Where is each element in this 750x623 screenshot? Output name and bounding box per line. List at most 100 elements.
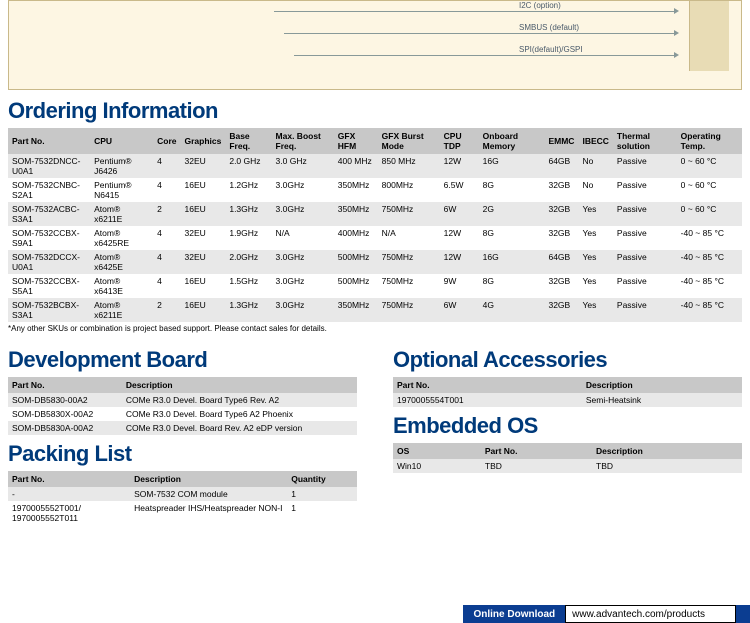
table-cell: Passive [613, 274, 677, 298]
table-cell: 2.0GHz [225, 250, 271, 274]
table-cell: 32EU [180, 154, 225, 178]
table-row: SOM-DB5830X-00A2COMe R3.0 Devel. Board T… [8, 407, 357, 421]
table-cell: 1970005552T001/ 1970005552T011 [8, 501, 130, 525]
table-cell: Heatspreader IHS/Heatspreader NON-I [130, 501, 287, 525]
col-cpu: CPU [90, 128, 153, 154]
table-cell: Atom® x6413E [90, 274, 153, 298]
table-cell: 400 MHz [334, 154, 378, 178]
table-row: SOM-DB5830A-00A2COMe R3.0 Devel. Board R… [8, 421, 357, 435]
table-cell: 4 [153, 154, 180, 178]
table-cell: Yes [578, 250, 612, 274]
col-basefreq: Base Freq. [225, 128, 271, 154]
table-cell: 32GB [544, 274, 578, 298]
table-cell: 2.0 GHz [225, 154, 271, 178]
col-partno: Part No. [8, 471, 130, 487]
table-row: 1970005554T001Semi-Heatsink [393, 393, 742, 407]
embeddedos-title: Embedded OS [393, 413, 742, 439]
table-cell: 12W [440, 250, 479, 274]
optional-table: Part No. Description 1970005554T001Semi-… [393, 377, 742, 407]
table-cell: SOM-DB5830A-00A2 [8, 421, 122, 435]
table-cell: 3.0GHz [272, 202, 334, 226]
table-cell: Passive [613, 250, 677, 274]
bus-i2c-label: I2C (option) [519, 1, 561, 10]
table-cell: 500MHz [334, 274, 378, 298]
table-cell: -40 ~ 85 °C [677, 274, 742, 298]
table-cell: 2G [479, 202, 545, 226]
table-cell: 800MHz [378, 178, 440, 202]
col-partno: Part No. [481, 443, 592, 459]
table-cell: 350MHz [334, 178, 378, 202]
table-cell: Atom® x6211E [90, 202, 153, 226]
table-cell: 3.0GHz [272, 178, 334, 202]
table-cell: 32GB [544, 178, 578, 202]
ordering-title: Ordering Information [8, 98, 742, 124]
table-cell: 1.5GHz [225, 274, 271, 298]
table-cell: No [578, 178, 612, 202]
table-cell: 32EU [180, 226, 225, 250]
col-core: Core [153, 128, 180, 154]
table-cell: 32EU [180, 250, 225, 274]
table-cell: Yes [578, 202, 612, 226]
table-cell: COMe R3.0 Devel. Board Type6 Rev. A2 [122, 393, 357, 407]
table-cell: 64GB [544, 154, 578, 178]
table-row: SOM-7532DCCX-U0A1Atom® x6425E432EU2.0GHz… [8, 250, 742, 274]
table-cell: 16EU [180, 178, 225, 202]
packing-title: Packing List [8, 441, 357, 467]
table-cell: - [8, 487, 130, 501]
table-cell: 3.0GHz [272, 274, 334, 298]
table-cell: SOM-7532CCBX-S5A1 [8, 274, 90, 298]
table-cell: TBD [481, 459, 592, 473]
table-cell: 8G [479, 178, 545, 202]
table-cell: 16EU [180, 202, 225, 226]
table-cell: Atom® x6211E [90, 298, 153, 322]
col-partno: Part No. [8, 377, 122, 393]
table-cell: SOM-7532ACBC-S3A1 [8, 202, 90, 226]
table-row: SOM-7532CCBX-S9A1Atom® x6425RE432EU1.9GH… [8, 226, 742, 250]
footer-download-url[interactable]: www.advantech.com/products [565, 605, 736, 623]
table-cell: 8G [479, 226, 545, 250]
table-row: SOM-7532ACBC-S3A1Atom® x6211E216EU1.3GHz… [8, 202, 742, 226]
table-cell: 2 [153, 202, 180, 226]
table-cell: 500MHz [334, 250, 378, 274]
table-cell: -40 ~ 85 °C [677, 250, 742, 274]
table-cell: N/A [272, 226, 334, 250]
table-row: Win10TBDTBD [393, 459, 742, 473]
table-row: SOM-7532DNCC-U0A1Pentium® J6426432EU2.0 … [8, 154, 742, 178]
table-cell: 3.0 GHz [272, 154, 334, 178]
table-cell: SOM-7532CNBC-S2A1 [8, 178, 90, 202]
table-cell: SOM-7532CCBX-S9A1 [8, 226, 90, 250]
block-diagram-fragment: I2C (option) SMBUS (default) SPI(default… [8, 0, 742, 90]
col-desc: Description [592, 443, 742, 459]
table-cell: 9W [440, 274, 479, 298]
col-optemp: Operating Temp. [677, 128, 742, 154]
table-cell: Pentium® J6426 [90, 154, 153, 178]
col-thermal: Thermal solution [613, 128, 677, 154]
table-cell: Passive [613, 178, 677, 202]
table-cell: 0 ~ 60 °C [677, 154, 742, 178]
table-cell: Win10 [393, 459, 481, 473]
table-cell: COMe R3.0 Devel. Board Type6 A2 Phoenix [122, 407, 357, 421]
table-cell: N/A [378, 226, 440, 250]
table-cell: 32GB [544, 226, 578, 250]
table-cell: 350MHz [334, 202, 378, 226]
optional-title: Optional Accessories [393, 347, 742, 373]
table-cell: 12W [440, 154, 479, 178]
table-cell: No [578, 154, 612, 178]
table-cell: 64GB [544, 250, 578, 274]
table-cell: Yes [578, 298, 612, 322]
table-cell: 4 [153, 226, 180, 250]
table-cell: Passive [613, 298, 677, 322]
table-cell: 16G [479, 250, 545, 274]
col-desc: Description [130, 471, 287, 487]
table-cell: COMe R3.0 Devel. Board Rev. A2 eDP versi… [122, 421, 357, 435]
table-cell: TBD [592, 459, 742, 473]
col-ibecc: IBECC [578, 128, 612, 154]
table-cell: 350MHz [334, 298, 378, 322]
table-cell: Yes [578, 226, 612, 250]
table-row: SOM-7532CNBC-S2A1Pentium® N6415416EU1.2G… [8, 178, 742, 202]
col-gfxhfm: GFX HFM [334, 128, 378, 154]
table-cell: 3.0GHz [272, 298, 334, 322]
table-cell: 6.5W [440, 178, 479, 202]
bus-spi-label: SPI(default)/GSPI [519, 45, 583, 54]
table-cell: SOM-7532BCBX-S3A1 [8, 298, 90, 322]
